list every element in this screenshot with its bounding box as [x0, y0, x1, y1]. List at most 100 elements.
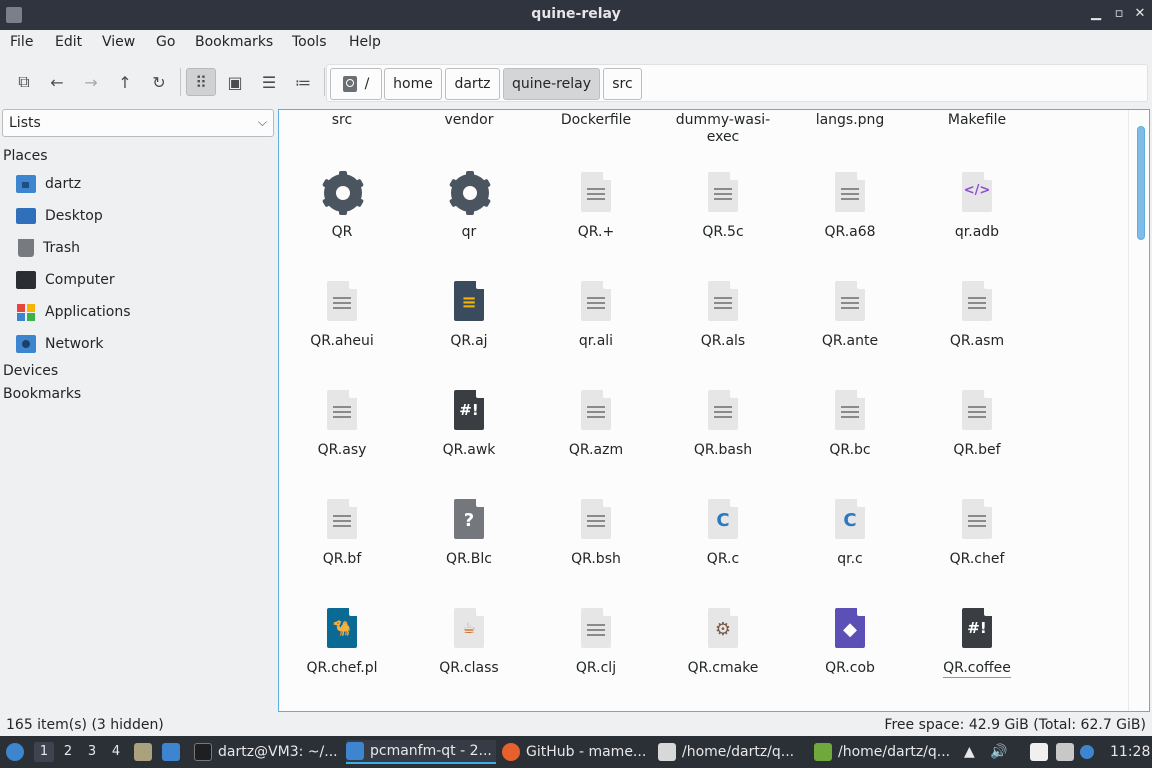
file-item[interactable]: QR.ante	[787, 281, 913, 350]
places-header[interactable]: Places	[3, 148, 48, 164]
devices-header[interactable]: Devices	[3, 363, 58, 379]
place-computer[interactable]: Computer	[16, 268, 271, 292]
bookmarks-header[interactable]: Bookmarks	[3, 386, 81, 402]
file-item[interactable]: QR	[279, 171, 405, 241]
close-button[interactable]: ✕	[1132, 6, 1148, 22]
menu-help[interactable]: Help	[349, 34, 381, 50]
file-item[interactable]: Cqr.c	[787, 499, 913, 568]
file-item[interactable]: QR.clj	[533, 608, 659, 677]
file-item[interactable]: Dockerfile	[533, 112, 659, 129]
file-item[interactable]: #! QR.coffee	[914, 608, 1040, 678]
place-network[interactable]: Network	[16, 332, 271, 356]
file-item[interactable]: ⚙ QR.cmake	[660, 608, 786, 677]
workspace-1[interactable]: 1	[34, 742, 54, 762]
update-notifier-icon[interactable]	[1080, 740, 1100, 764]
file-item[interactable]: QR.a68	[787, 172, 913, 241]
compact-view-icon[interactable]: ☰	[255, 68, 283, 96]
detailed-list-view-icon[interactable]: ≔	[289, 68, 317, 96]
file-item[interactable]: QR.bef	[914, 390, 1040, 459]
file-item[interactable]: QR.bc	[787, 390, 913, 459]
task-firefox[interactable]: GitHub - mame...	[502, 740, 652, 764]
desktop-icon	[16, 208, 36, 224]
file-item[interactable]: QR.asm	[914, 281, 1040, 350]
scrollbar-track[interactable]	[1128, 110, 1129, 711]
side-pane-mode-select[interactable]: Lists ⌵	[2, 109, 274, 137]
file-view[interactable]: src vendor Dockerfile dummy-wasi-exec langs.…	[278, 109, 1150, 712]
breadcrumb-quine-relay[interactable]: quine-relay	[503, 68, 600, 100]
file-item[interactable]: src	[279, 112, 405, 129]
file-name: QR.+	[577, 224, 615, 240]
up-arrow-icon[interactable]: ↑	[111, 68, 139, 96]
file-item[interactable]: dummy-wasi-exec	[660, 112, 786, 146]
place-dartz[interactable]: dartz	[16, 172, 271, 196]
workspace-2[interactable]: 2	[58, 742, 78, 762]
maximize-button[interactable]: ▫	[1111, 6, 1127, 22]
file-item[interactable]: </> qr.adb	[914, 172, 1040, 241]
file-item[interactable]: QR.asy	[279, 390, 405, 459]
back-arrow-icon[interactable]: ←	[43, 68, 71, 96]
file-item[interactable]: ◆ QR.cob	[787, 608, 913, 677]
menu-edit[interactable]: Edit	[55, 34, 82, 50]
breadcrumb-home[interactable]: home	[384, 68, 442, 100]
task-archive[interactable]: /home/dartz/q...	[814, 740, 964, 764]
reload-icon[interactable]: ↻	[145, 68, 173, 96]
clipboard-icon[interactable]	[1030, 740, 1054, 764]
new-window-icon[interactable]: ⧉	[10, 68, 38, 96]
menu-go[interactable]: Go	[156, 34, 175, 50]
task-pcmanfm[interactable]: pcmanfm-qt - 2...	[346, 740, 496, 764]
file-item[interactable]: QR.bf	[279, 499, 405, 568]
file-item[interactable]: QR.5c	[660, 172, 786, 241]
lxqt-logo-icon	[6, 743, 24, 761]
file-item[interactable]: qr	[406, 171, 532, 241]
breadcrumb-dartz[interactable]: dartz	[445, 68, 500, 100]
network-tray-icon[interactable]	[1056, 740, 1080, 764]
place-trash[interactable]: Trash	[16, 236, 271, 260]
place-applications[interactable]: Applications	[16, 300, 271, 324]
file-name: QR.als	[700, 333, 746, 349]
file-item[interactable]: QR.aheui	[279, 281, 405, 350]
file-item[interactable]: ? QR.Blc	[406, 499, 532, 568]
quicklaunch-desktop[interactable]	[162, 740, 186, 764]
file-item[interactable]: QR.bash	[660, 390, 786, 459]
menu-bar: File Edit View Go Bookmarks Tools Help	[0, 30, 1152, 56]
scrollbar-thumb[interactable]	[1137, 126, 1145, 240]
quicklaunch-files[interactable]	[134, 740, 158, 764]
breadcrumb-root[interactable]: /	[330, 68, 382, 100]
forward-arrow-icon[interactable]: →	[77, 68, 105, 96]
volume-icon[interactable]: 🔊	[990, 740, 1007, 764]
file-item[interactable]: 🐪 QR.chef.pl	[279, 608, 405, 677]
file-item[interactable]: vendor	[406, 112, 532, 129]
clock[interactable]: 11:28	[1110, 740, 1150, 764]
breadcrumb-src[interactable]: src	[603, 68, 642, 100]
terminal-icon	[194, 743, 212, 761]
minimize-button[interactable]: ▁	[1088, 6, 1104, 22]
task-editor[interactable]: /home/dartz/q...	[658, 740, 808, 764]
workspace-3[interactable]: 3	[82, 742, 102, 762]
file-item[interactable]: QR.azm	[533, 390, 659, 459]
workspace-4[interactable]: 4	[106, 742, 126, 762]
file-item[interactable]: QR.als	[660, 281, 786, 350]
file-item[interactable]: ☕ QR.class	[406, 608, 532, 677]
file-item[interactable]: langs.png	[787, 112, 913, 129]
place-desktop[interactable]: Desktop	[16, 204, 271, 228]
menu-tools[interactable]: Tools	[292, 34, 327, 50]
menu-file[interactable]: File	[10, 34, 33, 50]
tray-up-icon[interactable]: ▲	[964, 740, 975, 764]
file-item[interactable]: C QR.c	[660, 499, 786, 568]
file-item[interactable]: Makefile	[914, 112, 1040, 129]
file-item[interactable]: QR.chef	[914, 499, 1040, 568]
start-menu-button[interactable]	[6, 740, 30, 764]
file-item[interactable]: QR.bsh	[533, 499, 659, 568]
file-manager-icon	[134, 743, 152, 761]
task-terminal[interactable]: dartz@VM3: ~/...	[194, 740, 340, 764]
file-item[interactable]: qr.ali	[533, 281, 659, 350]
menu-view[interactable]: View	[102, 34, 135, 50]
file-item[interactable]: QR.+	[533, 172, 659, 241]
file-name: QR.coffee	[943, 660, 1011, 678]
script-file-icon: #!	[957, 608, 997, 652]
file-item[interactable]: #! QR.awk	[406, 390, 532, 459]
menu-bookmarks[interactable]: Bookmarks	[195, 34, 273, 50]
thumbnail-view-icon[interactable]: ▣	[221, 68, 249, 96]
icon-view-icon[interactable]: ⠿	[186, 68, 216, 96]
file-item[interactable]: ≡ QR.aj	[406, 281, 532, 350]
